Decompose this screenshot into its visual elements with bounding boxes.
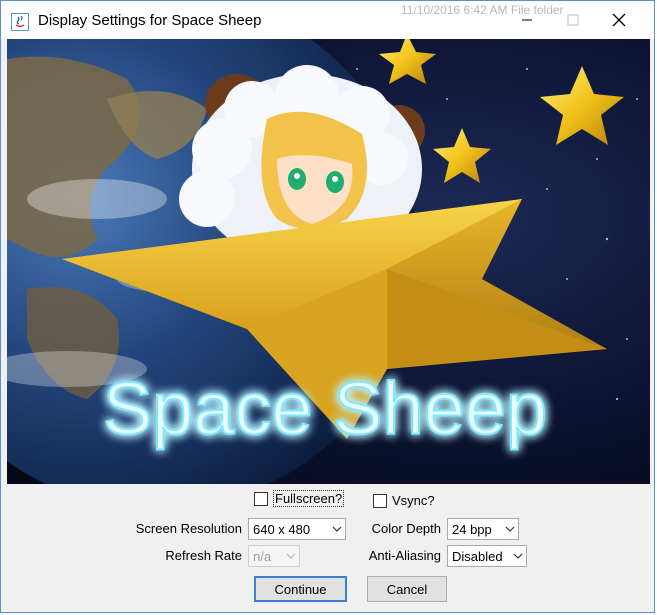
minimize-button[interactable] (504, 1, 550, 39)
window-title: Display Settings for Space Sheep (38, 12, 262, 29)
chevron-down-icon (502, 519, 518, 539)
color-depth-select[interactable]: 24 bpp (447, 518, 519, 540)
refresh-rate-select[interactable]: n/a (248, 545, 300, 567)
anti-aliasing-value: Disabled (452, 548, 503, 564)
game-banner-image: Space Sheep (7, 39, 650, 484)
cancel-button[interactable]: Cancel (367, 576, 447, 602)
color-depth-label: Color Depth (371, 521, 441, 536)
title-bar[interactable]: 11/10/2016 6:42 AM File folder Display S… (1, 1, 654, 39)
close-icon (612, 13, 626, 27)
chevron-down-icon (510, 546, 526, 566)
game-logo-text: Space Sheep (103, 367, 547, 450)
screen-resolution-label: Screen Resolution (135, 521, 242, 536)
continue-button[interactable]: Continue (254, 576, 347, 602)
screen-resolution-value: 640 x 480 (253, 521, 311, 537)
fullscreen-label[interactable]: Fullscreen? (273, 490, 345, 507)
java-app-icon (11, 13, 29, 31)
anti-aliasing-label: Anti-Aliasing (368, 548, 441, 563)
star-middle (433, 128, 491, 183)
vsync-label[interactable]: Vsync? (392, 493, 435, 508)
settings-panel: Fullscreen? Vsync? Screen Resolution 640… (1, 484, 654, 612)
display-settings-window: 11/10/2016 6:42 AM File folder Display S… (0, 0, 655, 613)
maximize-button[interactable] (550, 1, 596, 39)
refresh-rate-label: Refresh Rate (165, 548, 242, 563)
space-sheep-banner-art: Space Sheep (7, 39, 638, 484)
minimize-icon (522, 19, 532, 21)
fullscreen-checkbox[interactable] (254, 492, 268, 506)
chevron-down-icon (283, 546, 299, 566)
close-button[interactable] (596, 1, 642, 39)
screen-resolution-select[interactable]: 640 x 480 (248, 518, 346, 540)
small-star-top (379, 39, 436, 84)
anti-aliasing-select[interactable]: Disabled (447, 545, 527, 567)
maximize-icon (567, 14, 579, 26)
star-right (540, 66, 624, 145)
vsync-checkbox[interactable] (373, 494, 387, 508)
color-depth-value: 24 bpp (452, 521, 492, 537)
refresh-rate-value: n/a (253, 548, 272, 564)
